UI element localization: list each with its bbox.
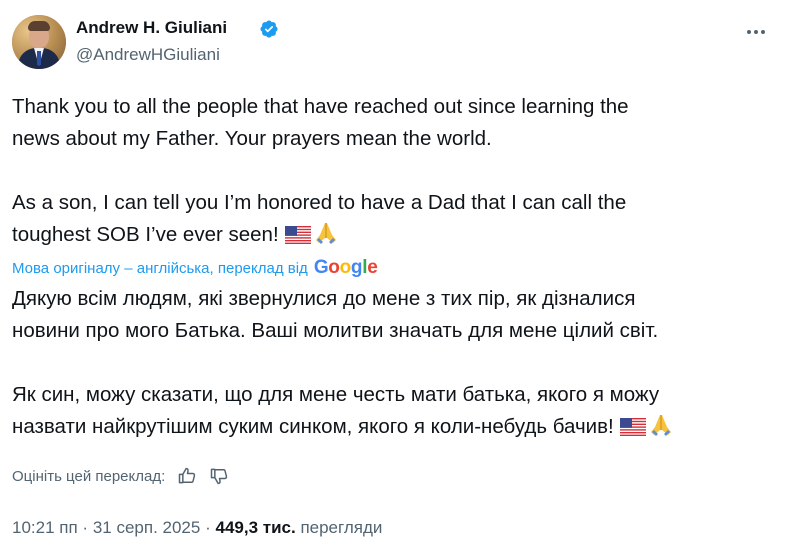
translation-note: Мова оригіналу – англійська, переклад ві… bbox=[12, 259, 308, 277]
google-logo: Google bbox=[313, 257, 378, 278]
us-flag-icon bbox=[284, 226, 311, 244]
tweet-time[interactable]: 10:21 пп bbox=[12, 518, 78, 537]
thumbs-up-icon[interactable] bbox=[177, 466, 197, 486]
tweet-text-line: Дякую всім людям, які звернулися до мене… bbox=[12, 287, 636, 310]
meta-separator: · bbox=[205, 518, 211, 537]
us-flag-icon bbox=[619, 418, 646, 436]
folded-hands-icon bbox=[650, 415, 671, 436]
rate-translation: Оцініть цей переклад: bbox=[12, 466, 229, 486]
thumbs-down-icon[interactable] bbox=[209, 466, 229, 486]
tweet-date[interactable]: 31 серп. 2025 bbox=[93, 518, 201, 537]
translation-attribution[interactable]: Мова оригіналу – англійська, переклад ві… bbox=[12, 257, 378, 279]
author-name[interactable]: Andrew H. Giuliani bbox=[76, 18, 227, 38]
meta-separator: · bbox=[82, 518, 89, 537]
views-count: 449,3 тис. bbox=[215, 518, 296, 537]
views-label: перегляди bbox=[300, 518, 383, 537]
tweet-text-segment: toughest SOB I’ve ever seen! bbox=[12, 223, 279, 246]
more-options-icon[interactable] bbox=[744, 22, 768, 42]
tweet-meta: 10:21 пп · 31 серп. 2025 · 449,3 тис. пе… bbox=[12, 518, 382, 538]
tweet-text-line: news about my Father. Your prayers mean … bbox=[12, 127, 492, 150]
tweet-text-line: назвати найкрутішим суким синком, якого … bbox=[12, 411, 772, 443]
verified-badge-icon bbox=[260, 20, 278, 38]
tweet-original-paragraph-2: As a son, I can tell you I’m honored to … bbox=[12, 187, 772, 251]
avatar[interactable] bbox=[12, 15, 66, 69]
rate-translation-label: Оцініть цей переклад: bbox=[12, 467, 166, 485]
tweet-text-line: toughest SOB I’ve ever seen! bbox=[12, 219, 772, 251]
tweet-translated-paragraph-2: Як син, можу сказати, що для мене честь … bbox=[12, 379, 772, 443]
tweet-text-line: Як син, можу сказати, що для мене честь … bbox=[12, 383, 660, 406]
tweet-text-line: As a son, I can tell you I’m honored to … bbox=[12, 191, 627, 214]
tweet-text-line: Thank you to all the people that have re… bbox=[12, 95, 629, 118]
tweet-translated-paragraph-1: Дякую всім людям, які звернулися до мене… bbox=[12, 283, 772, 347]
author-handle[interactable]: @AndrewHGiuliani bbox=[76, 45, 220, 65]
tweet-text-line: новини про мого Батька. Ваші молитви зна… bbox=[12, 319, 659, 342]
tweet-original-paragraph-1: Thank you to all the people that have re… bbox=[12, 91, 772, 155]
tweet-text-segment: назвати найкрутішим суким синком, якого … bbox=[12, 415, 614, 438]
folded-hands-icon bbox=[315, 223, 336, 244]
